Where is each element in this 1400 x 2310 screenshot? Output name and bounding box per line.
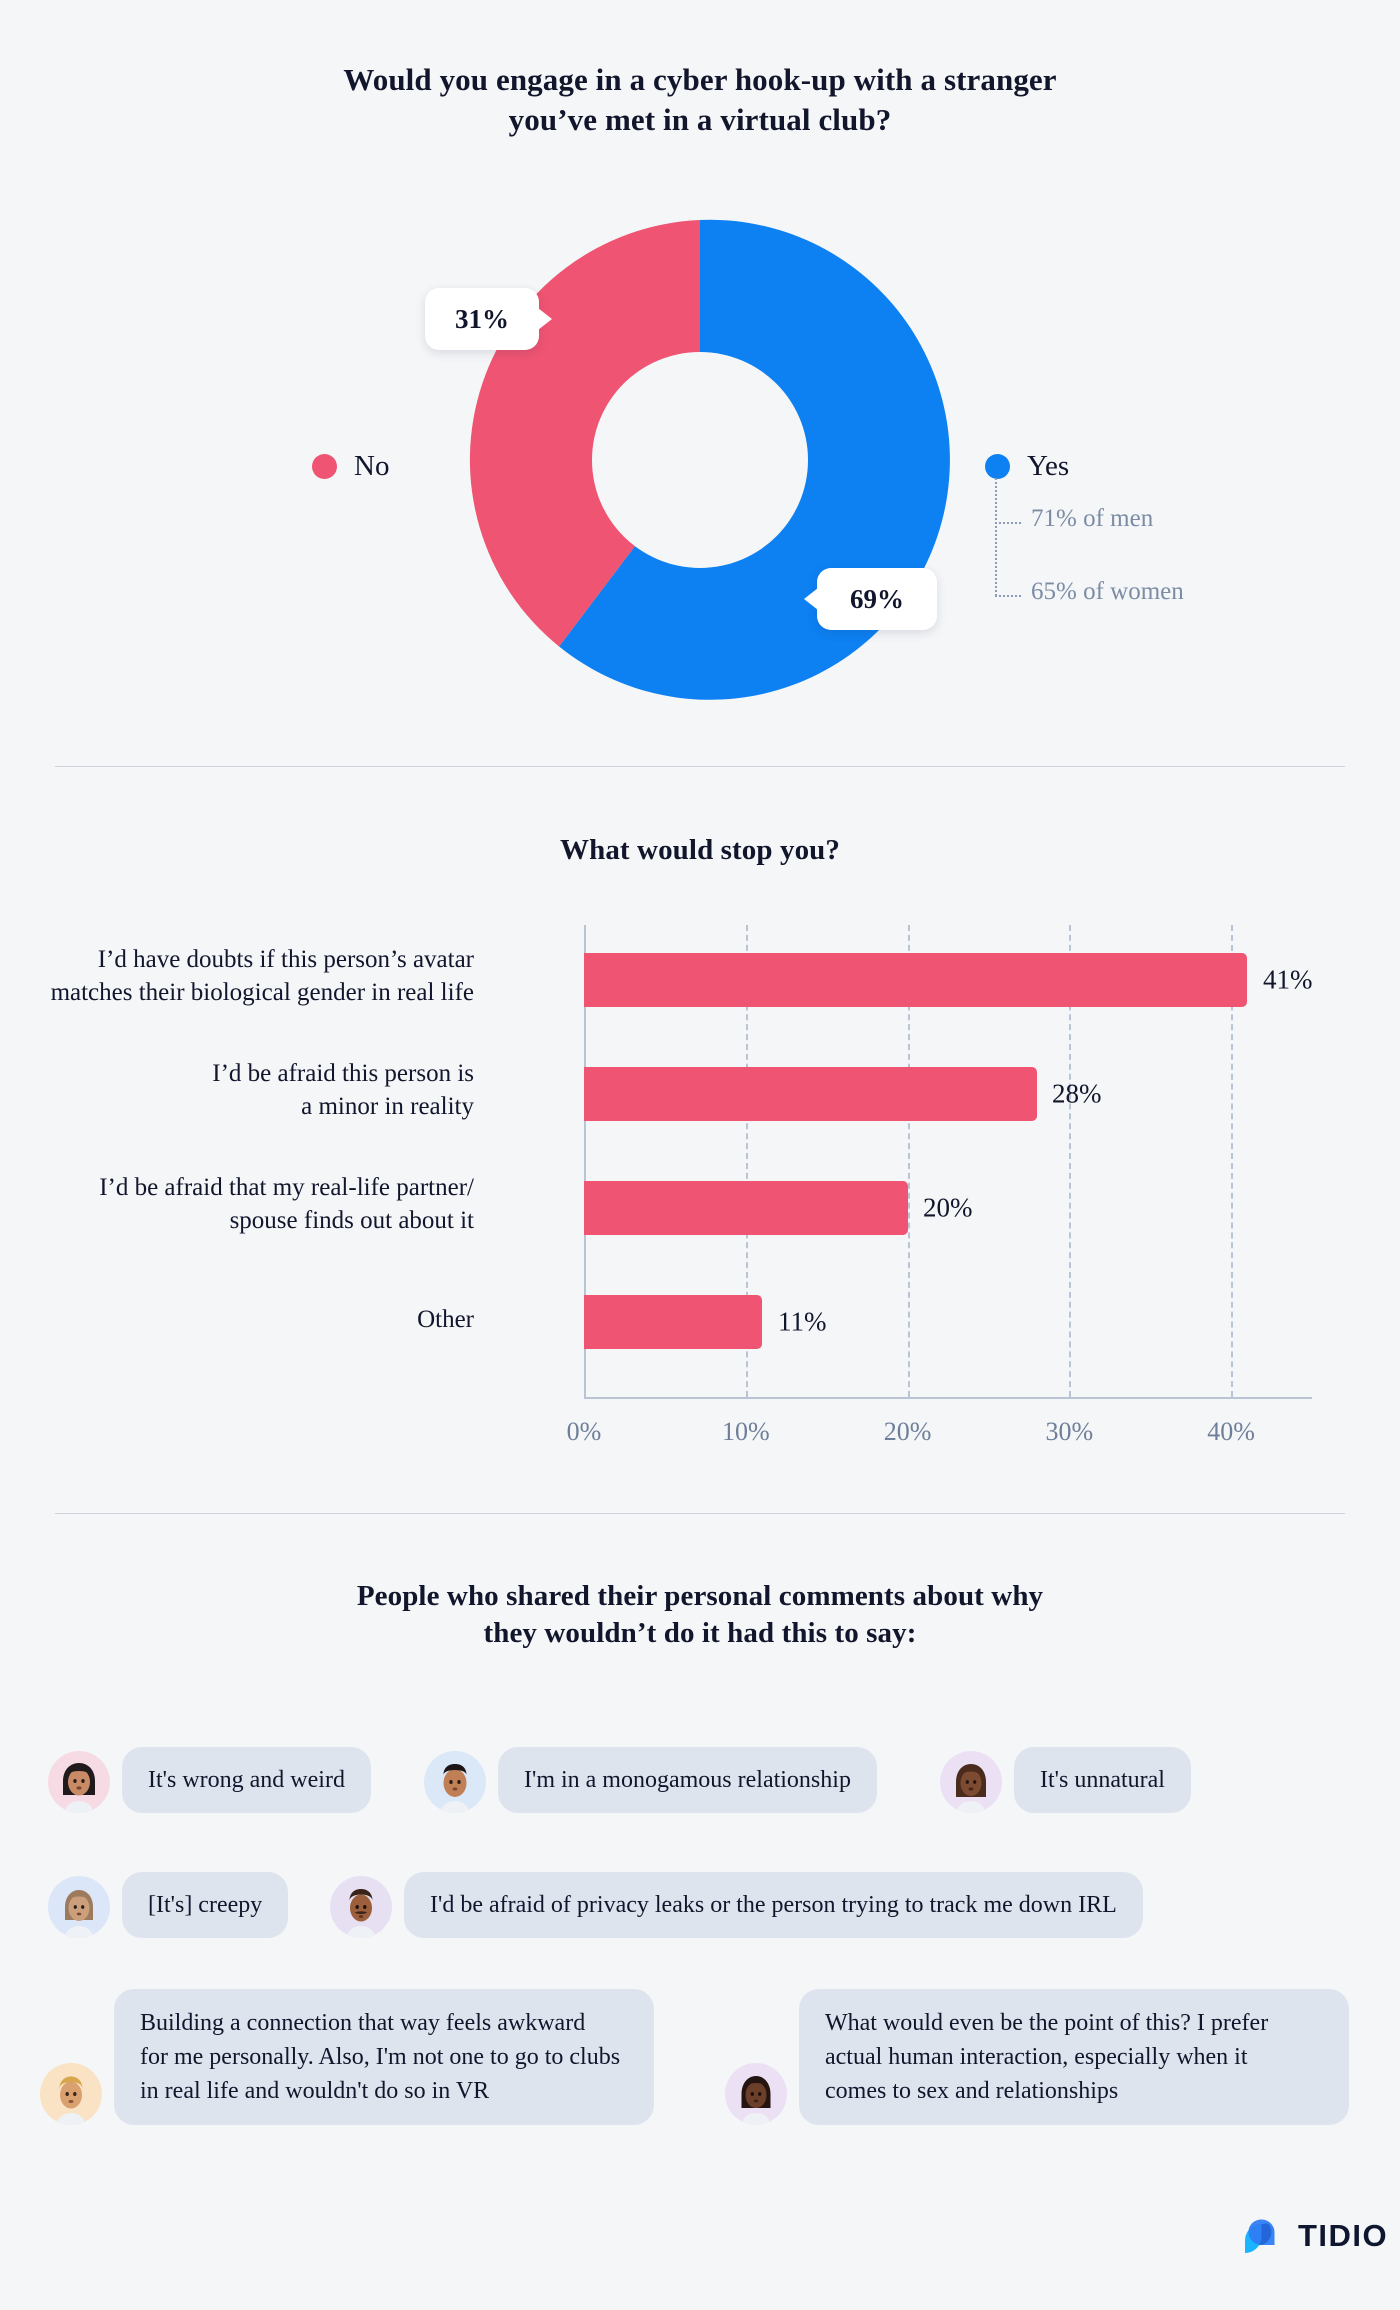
comment-bubble: I'd be afraid of privacy leaks or the pe… [404, 1872, 1143, 1939]
avatar-man-blond-icon [56, 2076, 86, 2126]
avatar-woman-dark-skin-icon [741, 2076, 771, 2126]
section1-title-line1: Would you engage in a cyber hook-up with… [343, 62, 1057, 97]
avatar [330, 1876, 392, 1939]
breakdown-women: 65% of women [1031, 578, 1184, 605]
donut-chart [445, 205, 955, 715]
section2-title: What would stop you? [560, 834, 840, 866]
callout-no-tip [538, 308, 552, 330]
avatar-person-bob-hair-icon [64, 1890, 94, 1939]
donut-hole [592, 352, 808, 568]
bar-fill [584, 1067, 1037, 1121]
bar-category-label: I’d be afraid this person is a minor in … [212, 1060, 474, 1120]
comment-item: It's unnatural [940, 1747, 1191, 1814]
comment-item: It's wrong and weird [48, 1747, 371, 1814]
section1-title-line2: you’ve met in a virtual club? [508, 101, 892, 137]
comment-bubble: Building a connection that way feels awk… [114, 1989, 654, 2126]
breakdown-tree-branch-2 [995, 595, 1021, 597]
tidio-mark-icon [1245, 2219, 1275, 2253]
bar-fill [584, 1181, 908, 1235]
bar-value-label: 41% [1263, 964, 1313, 995]
x-tick-label: 20% [883, 1417, 932, 1446]
comment-bubble: It's wrong and weird [122, 1747, 371, 1814]
callout-yes-value: 69% [850, 583, 904, 614]
avatar-woman-black-hair-icon [63, 1763, 95, 1814]
comment-bubble: It's unnatural [1014, 1747, 1191, 1814]
callout-no-percent: 31% [425, 288, 552, 350]
avatar [48, 1751, 110, 1814]
divider-1 [55, 766, 1345, 767]
avatar [940, 1751, 1002, 1814]
comment-item: I'm in a monogamous relationship [424, 1747, 877, 1814]
breakdown-tree-stem [995, 478, 997, 596]
legend-dot-no-icon [312, 454, 337, 479]
comment-item: I'd be afraid of privacy leaks or the pe… [330, 1872, 1143, 1939]
callout-yes-tip [804, 588, 818, 610]
tidio-logo[interactable]: TIDIO [1243, 2216, 1388, 2256]
x-tick-label: 40% [1207, 1417, 1255, 1446]
bar-chart-plot: 41% I’d have doubts if this person’s ava… [51, 925, 1313, 1446]
bar-chart: 41% I’d have doubts if this person’s ava… [0, 915, 1400, 1446]
section3-title-line1: People who shared their personal comment… [356, 1580, 1044, 1612]
section1-title: Would you engage in a cyber hook-up with… [0, 60, 1400, 139]
bar-fill [584, 953, 1248, 1007]
avatar-man-flattop-icon [440, 1764, 470, 1814]
breakdown-tree-branch-1 [995, 522, 1021, 524]
divider-2 [55, 1513, 1345, 1514]
bar-row: 28% I’d be afraid this person is a minor… [212, 1060, 1312, 1121]
avatar-woman-brown-hair-icon [956, 1764, 986, 1814]
breakdown-men: 71% of men [1031, 505, 1154, 532]
comment-bubble: [It's] creepy [122, 1872, 289, 1939]
comment-item: What would even be the point of this? I … [725, 1989, 1349, 2126]
x-tick-label: 0% [566, 1417, 602, 1446]
tidio-logo-text: TIDIO [1298, 2218, 1389, 2253]
x-tick-label: 30% [1045, 1417, 1094, 1446]
bar-category-label: I’d have doubts if this person’s avatar … [50, 946, 474, 1006]
bar-row: 20% I’d be afraid that my real-life part… [99, 1174, 1312, 1235]
avatar [48, 1876, 110, 1939]
section3-title-line2: they wouldn’t do it had this to say: [483, 1617, 917, 1650]
x-tick-label: 10% [721, 1417, 770, 1446]
bar-row: 11% Other [417, 1295, 1312, 1349]
legend-label-no: No [354, 450, 390, 482]
yes-breakdown: 71% of men 65% of women [985, 478, 1400, 628]
avatar [725, 2063, 787, 2126]
section3-title: People who shared their personal comment… [0, 1578, 1400, 1652]
bar-row: 41% I’d have doubts if this person’s ava… [51, 946, 1313, 1007]
bar-value-label: 20% [923, 1192, 973, 1223]
callout-yes-percent: 69% [804, 568, 937, 630]
bar-chart-x-axis [584, 1397, 1312, 1399]
comment-item: [It's] creepy [48, 1872, 289, 1939]
donut-chart-svg [469, 219, 950, 700]
bar-category-label: I’d be afraid that my real-life partner/… [99, 1174, 474, 1234]
avatar [424, 1751, 486, 1814]
comment-bubble: I'm in a monogamous relationship [498, 1747, 877, 1814]
legend-dot-yes-icon [985, 454, 1010, 479]
avatar [40, 2063, 102, 2126]
callout-no-value: 31% [455, 303, 509, 334]
bar-value-label: 11% [778, 1306, 827, 1337]
bar-value-label: 28% [1052, 1078, 1102, 1109]
infographic-page: Would you engage in a cyber hook-up with… [0, 0, 1400, 2310]
legend-item-no: No [312, 450, 389, 483]
bar-fill [584, 1295, 762, 1349]
comment-bubble: What would even be the point of this? I … [799, 1989, 1349, 2126]
avatar-man-moustache-icon [346, 1889, 376, 1939]
bar-category-label: Other [417, 1306, 474, 1333]
comment-item: Building a connection that way feels awk… [40, 1989, 654, 2126]
